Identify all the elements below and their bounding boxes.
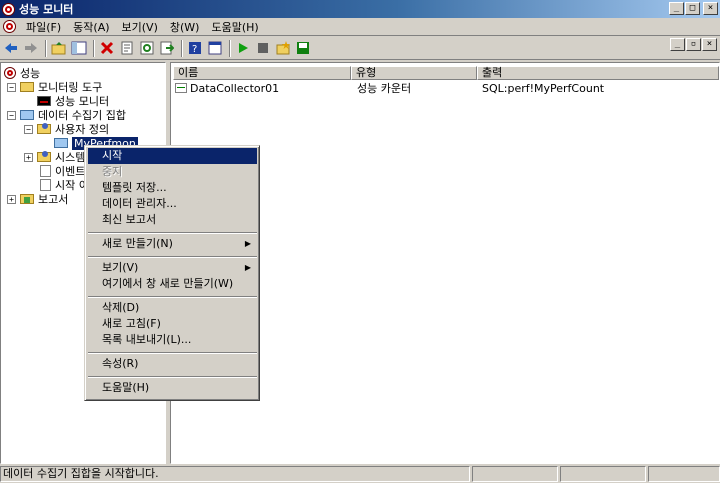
- toolbar-separator: [45, 39, 47, 57]
- menu-item-latest-report[interactable]: 최신 보고서: [88, 212, 257, 228]
- collector-set-icon: [20, 110, 34, 120]
- counter-icon: [175, 83, 187, 93]
- system-folder-icon: [37, 151, 51, 162]
- tree-item-root[interactable]: 성능: [4, 66, 40, 80]
- close-button[interactable]: ×: [703, 2, 718, 15]
- menu-item-view-label: 보기(V): [102, 261, 139, 274]
- menu-item-refresh[interactable]: 새로 고침(F): [88, 316, 257, 332]
- console-icon[interactable]: [206, 39, 224, 57]
- report-icon: [20, 194, 34, 204]
- folder-icon: [20, 82, 34, 92]
- menu-bar: 파일(F) 동작(A) 보기(V) 창(W) 도움말(H) _ ▫ ×: [0, 18, 720, 51]
- context-menu: 시작 중지 템플릿 저장... 데이터 관리자... 최신 보고서 새로 만들기…: [84, 145, 260, 401]
- menu-file[interactable]: 파일(F): [20, 19, 67, 35]
- menu-item-export-list[interactable]: 목록 내보내기(L)...: [88, 332, 257, 348]
- refresh-icon[interactable]: [138, 39, 156, 57]
- menu-action[interactable]: 동작(A): [67, 19, 115, 35]
- new-icon[interactable]: [274, 39, 292, 57]
- maximize-button[interactable]: □: [685, 2, 700, 15]
- collapse-icon[interactable]: −: [24, 124, 33, 134]
- tree-label-user-defined: 사용자 정의: [55, 123, 110, 136]
- tree-item-perf-monitor[interactable]: 성능 모니터: [37, 94, 109, 108]
- perfmon-app-icon[interactable]: [2, 2, 15, 16]
- menu-item-help[interactable]: 도움말(H): [88, 380, 257, 396]
- collapse-icon[interactable]: −: [7, 82, 16, 92]
- menu-item-save-template[interactable]: 템플릿 저장...: [88, 180, 257, 196]
- tree-label-reports: 보고서: [38, 193, 69, 206]
- list-item[interactable]: DataCollector01: [175, 81, 279, 95]
- tree-item-system[interactable]: + 시스템: [24, 150, 85, 164]
- properties-icon[interactable]: [118, 39, 136, 57]
- perf-icon: [4, 67, 16, 79]
- start-icon[interactable]: [234, 39, 252, 57]
- delete-icon[interactable]: [98, 39, 116, 57]
- expand-icon[interactable]: +: [7, 194, 16, 204]
- menu-help[interactable]: 도움말(H): [205, 19, 264, 35]
- menu-item-start[interactable]: 시작: [88, 148, 257, 164]
- status-panel-4: [648, 466, 720, 482]
- document-icon: [40, 179, 51, 191]
- collapse-icon[interactable]: −: [7, 110, 16, 120]
- save-icon[interactable]: [294, 39, 312, 57]
- tree-item-event-trace[interactable]: 이벤트: [40, 164, 85, 178]
- title-bar: 성능 모니터 _ □ ×: [0, 0, 720, 18]
- column-header-output[interactable]: 출력: [477, 66, 719, 80]
- document-icon: [40, 165, 51, 177]
- menu-item-new-label: 새로 만들기(N): [102, 237, 173, 250]
- status-message: 데이터 수집기 집합을 시작합니다.: [0, 466, 470, 482]
- column-header-name[interactable]: 이름: [173, 66, 351, 80]
- menu-separator: [88, 296, 257, 298]
- minimize-button[interactable]: _: [669, 2, 684, 15]
- tree-item-monitoring-tools[interactable]: − 모니터링 도구: [7, 80, 102, 94]
- status-panel-2: [472, 466, 558, 482]
- menu-item-new[interactable]: 새로 만들기(N) ▶: [88, 236, 257, 252]
- menu-item-new-window[interactable]: 여기에서 창 새로 만들기(W): [88, 276, 257, 292]
- back-icon[interactable]: [2, 39, 20, 57]
- user-folder-icon: [37, 123, 51, 134]
- up-folder-icon[interactable]: [50, 39, 68, 57]
- tree-item-reports[interactable]: + 보고서: [7, 192, 68, 206]
- expand-icon[interactable]: +: [24, 152, 33, 162]
- submenu-arrow-icon: ▶: [244, 239, 251, 248]
- menu-separator: [88, 232, 257, 234]
- toolbar-separator: [93, 39, 95, 57]
- collector-set-icon: [54, 138, 68, 148]
- stop-icon[interactable]: [254, 39, 272, 57]
- svg-text:?: ?: [192, 44, 197, 55]
- menu-item-data-manager[interactable]: 데이터 관리자...: [88, 196, 257, 212]
- window-title: 성능 모니터: [19, 3, 74, 16]
- menu-item-properties[interactable]: 속성(R): [88, 356, 257, 372]
- forward-icon[interactable]: [22, 39, 40, 57]
- console-menu-icon[interactable]: [3, 20, 16, 33]
- cell-output: SQL:perf!MyPerfCount: [482, 81, 605, 95]
- menu-separator: [88, 256, 257, 258]
- tree-item-startup-event[interactable]: 시작 이: [40, 178, 89, 192]
- tree-item-user-defined[interactable]: − 사용자 정의: [24, 122, 109, 136]
- help-icon[interactable]: ?: [186, 39, 204, 57]
- submenu-arrow-icon: ▶: [244, 263, 251, 272]
- cell-type: 성능 카운터: [357, 82, 412, 95]
- cell-name: DataCollector01: [190, 81, 280, 95]
- menu-item-stop: 중지: [102, 165, 123, 178]
- menu-window[interactable]: 창(W): [164, 19, 206, 35]
- export-icon[interactable]: [158, 39, 176, 57]
- toolbar: ?: [0, 37, 720, 60]
- show-hide-tree-icon[interactable]: [70, 39, 88, 57]
- toolbar-separator: [229, 39, 231, 57]
- status-bar: 데이터 수집기 집합을 시작합니다.: [0, 465, 720, 483]
- status-panel-3: [560, 466, 646, 482]
- toolbar-separator: [181, 39, 183, 57]
- menu-separator: [88, 376, 257, 378]
- column-header-type[interactable]: 유형: [351, 66, 477, 80]
- monitor-icon: [37, 96, 51, 106]
- menu-view[interactable]: 보기(V): [116, 19, 164, 35]
- menu-item-delete[interactable]: 삭제(D): [88, 300, 257, 316]
- menu-item-view[interactable]: 보기(V) ▶: [88, 260, 257, 276]
- menu-separator: [88, 352, 257, 354]
- tree-item-collector-sets[interactable]: − 데이터 수집기 집합: [7, 108, 126, 122]
